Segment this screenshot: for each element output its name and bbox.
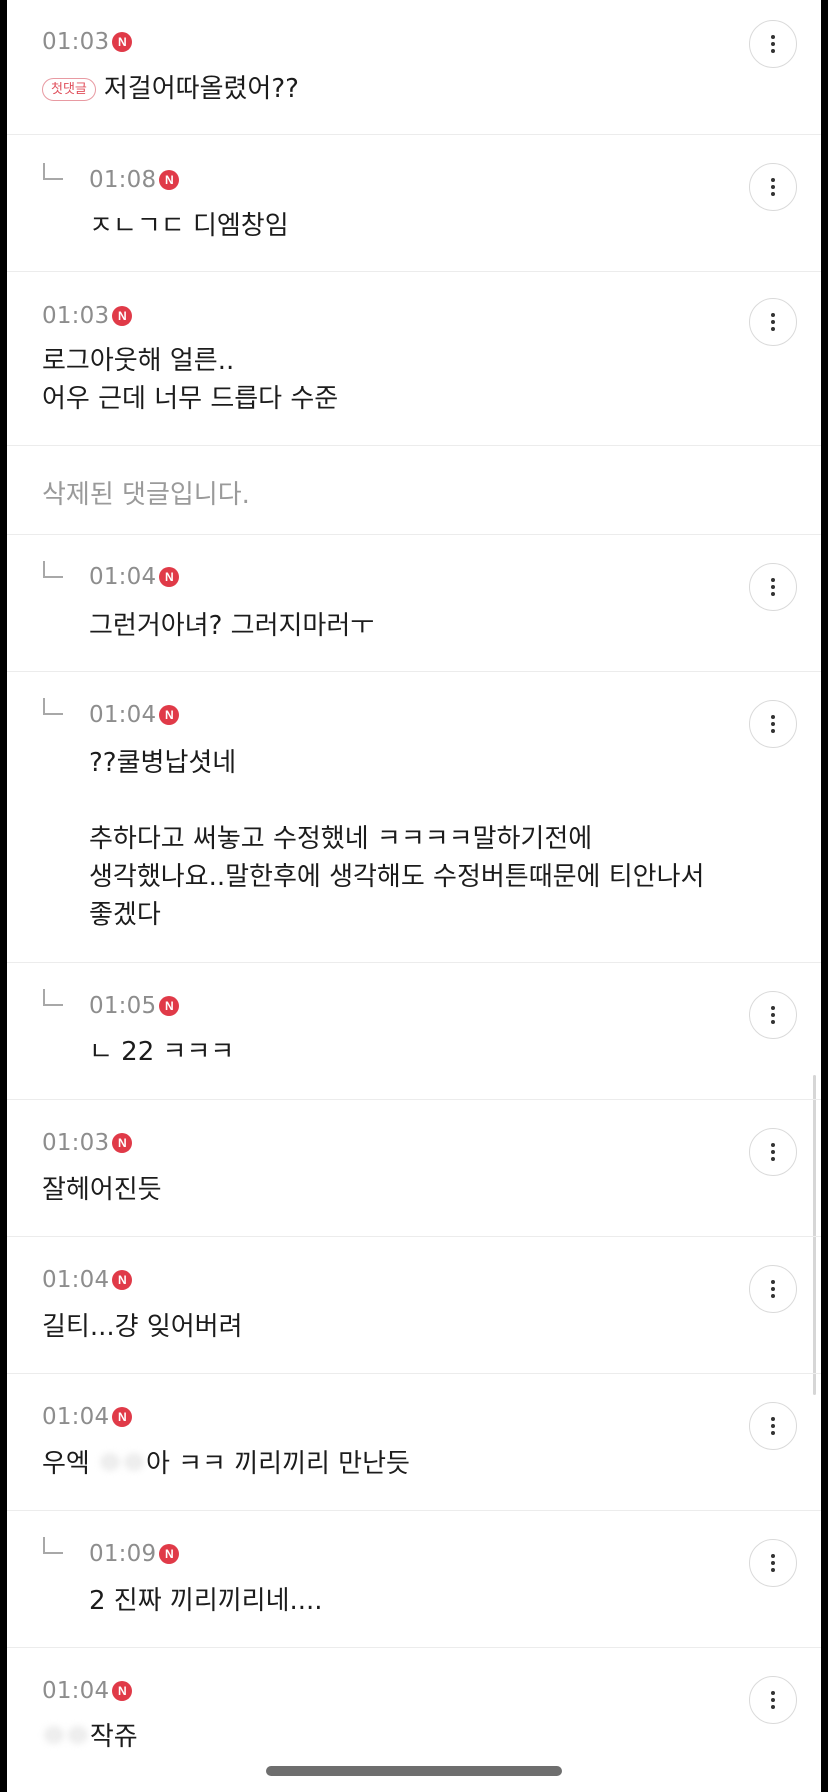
comment-body: 첫댓글 저걸어따올렸어?? [42, 70, 299, 108]
more-options-button[interactable] [749, 991, 797, 1039]
first-comment-tag: 첫댓글 [42, 78, 96, 101]
more-vertical-icon [771, 178, 775, 182]
comment-item: 01:03 N 첫댓글 저걸어따올렸어?? [7, 0, 821, 135]
comment-meta: 01:03 N [42, 27, 133, 57]
new-badge-icon: N [159, 996, 180, 1016]
new-badge-icon: N [159, 1544, 180, 1564]
comment-text: 길티...걍 잊어버려 [42, 1312, 243, 1342]
reply-arrow-icon [43, 561, 63, 578]
new-badge-icon: N [112, 306, 133, 326]
more-vertical-icon [771, 35, 775, 39]
comment-time: 01:04 [42, 1404, 110, 1430]
more-options-button[interactable] [749, 163, 797, 211]
reply-arrow-icon [43, 1537, 63, 1554]
comment-time: 01:04 [89, 564, 157, 590]
comment-meta: 01:04 N [42, 1265, 133, 1295]
more-options-button[interactable] [749, 1539, 797, 1587]
comment-meta: 01:04 N [89, 562, 180, 592]
comment-text: ㄴ 22 ㅋㅋㅋ [89, 1037, 235, 1067]
comment-body: ㅇㅇ작쥬 [42, 1718, 138, 1756]
comment-item: 01:03 N 로그아웃해 얼른.. 어우 근데 너무 드릅다 수준 [7, 272, 821, 446]
new-badge-icon: N [159, 170, 180, 190]
more-options-button[interactable] [749, 700, 797, 748]
new-badge-icon: N [112, 32, 133, 52]
more-options-button[interactable] [749, 1402, 797, 1450]
new-badge-icon: N [159, 567, 180, 587]
reply-arrow-icon [43, 698, 63, 715]
new-badge-icon: N [112, 1270, 133, 1290]
comment-text: 그런거아녀? 그러지마러ㅜ [89, 611, 375, 641]
comment-meta: 01:04 N [42, 1402, 133, 1432]
reply-item: 01:09 N 2 진짜 끼리끼리네.... [7, 1511, 821, 1648]
comment-text: ??쿨병납셧네 추하다고 써놓고 수정했네 ㅋㅋㅋㅋ말하기전에 생각했나요..말… [89, 748, 705, 930]
comment-time: 01:04 [42, 1267, 110, 1293]
new-badge-icon: N [112, 1133, 133, 1153]
more-options-button[interactable] [749, 20, 797, 68]
more-vertical-icon [771, 715, 775, 719]
more-vertical-icon [771, 1691, 775, 1695]
comment-text: ㅈㄴㄱㄷ 디엠창임 [89, 211, 289, 241]
more-options-button[interactable] [749, 1128, 797, 1176]
comment-meta: 01:05 N [89, 991, 180, 1021]
comment-text: 저걸어따올렸어?? [103, 74, 299, 104]
more-options-button[interactable] [749, 298, 797, 346]
comment-text: 2 진짜 끼리끼리네.... [89, 1586, 323, 1616]
comment-time: 01:03 [42, 303, 110, 329]
comment-meta: 01:09 N [89, 1539, 180, 1569]
more-vertical-icon [771, 1280, 775, 1284]
comment-text: 아 ㅋㅋ 끼리끼리 만난듯 [145, 1449, 410, 1479]
comment-text: 우엑 [42, 1449, 99, 1479]
comment-meta: 01:03 N [42, 1128, 133, 1158]
comment-time: 01:04 [42, 1678, 110, 1704]
more-vertical-icon [771, 578, 775, 582]
more-options-button[interactable] [749, 1676, 797, 1724]
comment-meta: 01:04 N [42, 1676, 133, 1706]
new-badge-icon: N [159, 705, 180, 725]
comment-time: 01:08 [89, 167, 157, 193]
comment-text: 로그아웃해 얼른.. 어우 근데 너무 드릅다 수준 [42, 346, 339, 414]
new-badge-icon: N [112, 1681, 133, 1701]
more-options-button[interactable] [749, 1265, 797, 1313]
more-vertical-icon [771, 1143, 775, 1147]
home-indicator[interactable] [266, 1766, 562, 1776]
reply-item: 01:05 N ㄴ 22 ㅋㅋㅋ [7, 963, 821, 1100]
more-vertical-icon [771, 1006, 775, 1010]
comment-meta: 01:08 N [89, 165, 180, 195]
comment-body: 우엑 ㅇㅇ아 ㅋㅋ 끼리끼리 만난듯 [42, 1445, 410, 1483]
comment-meta: 01:04 N [89, 700, 180, 730]
reply-item: 01:08 N ㅈㄴㄱㄷ 디엠창임 [7, 135, 821, 272]
reply-arrow-icon [43, 989, 63, 1006]
more-vertical-icon [771, 1554, 775, 1558]
comment-item: 01:03 N 잘헤어진듯 [7, 1100, 821, 1237]
deleted-comment-text: 삭제된 댓글입니다. [42, 480, 250, 510]
more-options-button[interactable] [749, 563, 797, 611]
more-vertical-icon [771, 1417, 775, 1421]
comment-meta: 01:03 N [42, 301, 133, 331]
reply-item: 01:04 N 그런거아녀? 그러지마러ㅜ [7, 535, 821, 672]
new-badge-icon: N [112, 1407, 133, 1427]
comment-time: 01:05 [89, 993, 157, 1019]
reply-arrow-icon [43, 163, 63, 180]
screen-edge-right [821, 0, 828, 1792]
blurred-text: ㅇㅇ [98, 1449, 146, 1479]
comment-list-screen: 01:03 N 첫댓글 저걸어따올렸어?? 01:08 N ㅈㄴㄱㄷ 디엠창임 0… [0, 0, 828, 1792]
blurred-text: ㅇㅇ [42, 1722, 90, 1752]
deleted-comment-item: 삭제된 댓글입니다. [7, 446, 821, 535]
more-vertical-icon [771, 313, 775, 317]
reply-item: 01:04 N ??쿨병납셧네 추하다고 써놓고 수정했네 ㅋㅋㅋㅋ말하기전에 … [7, 672, 821, 963]
comment-text: 작쥬 [89, 1722, 138, 1752]
comment-item: 01:04 N 우엑 ㅇㅇ아 ㅋㅋ 끼리끼리 만난듯 [7, 1374, 821, 1511]
comment-time: 01:03 [42, 1130, 110, 1156]
comment-time: 01:09 [89, 1541, 157, 1567]
comment-text: 잘헤어진듯 [42, 1175, 162, 1205]
screen-edge-left [0, 0, 7, 1792]
comment-item: 01:04 N 길티...걍 잊어버려 [7, 1237, 821, 1374]
comment-time: 01:03 [42, 29, 110, 55]
comment-time: 01:04 [89, 702, 157, 728]
